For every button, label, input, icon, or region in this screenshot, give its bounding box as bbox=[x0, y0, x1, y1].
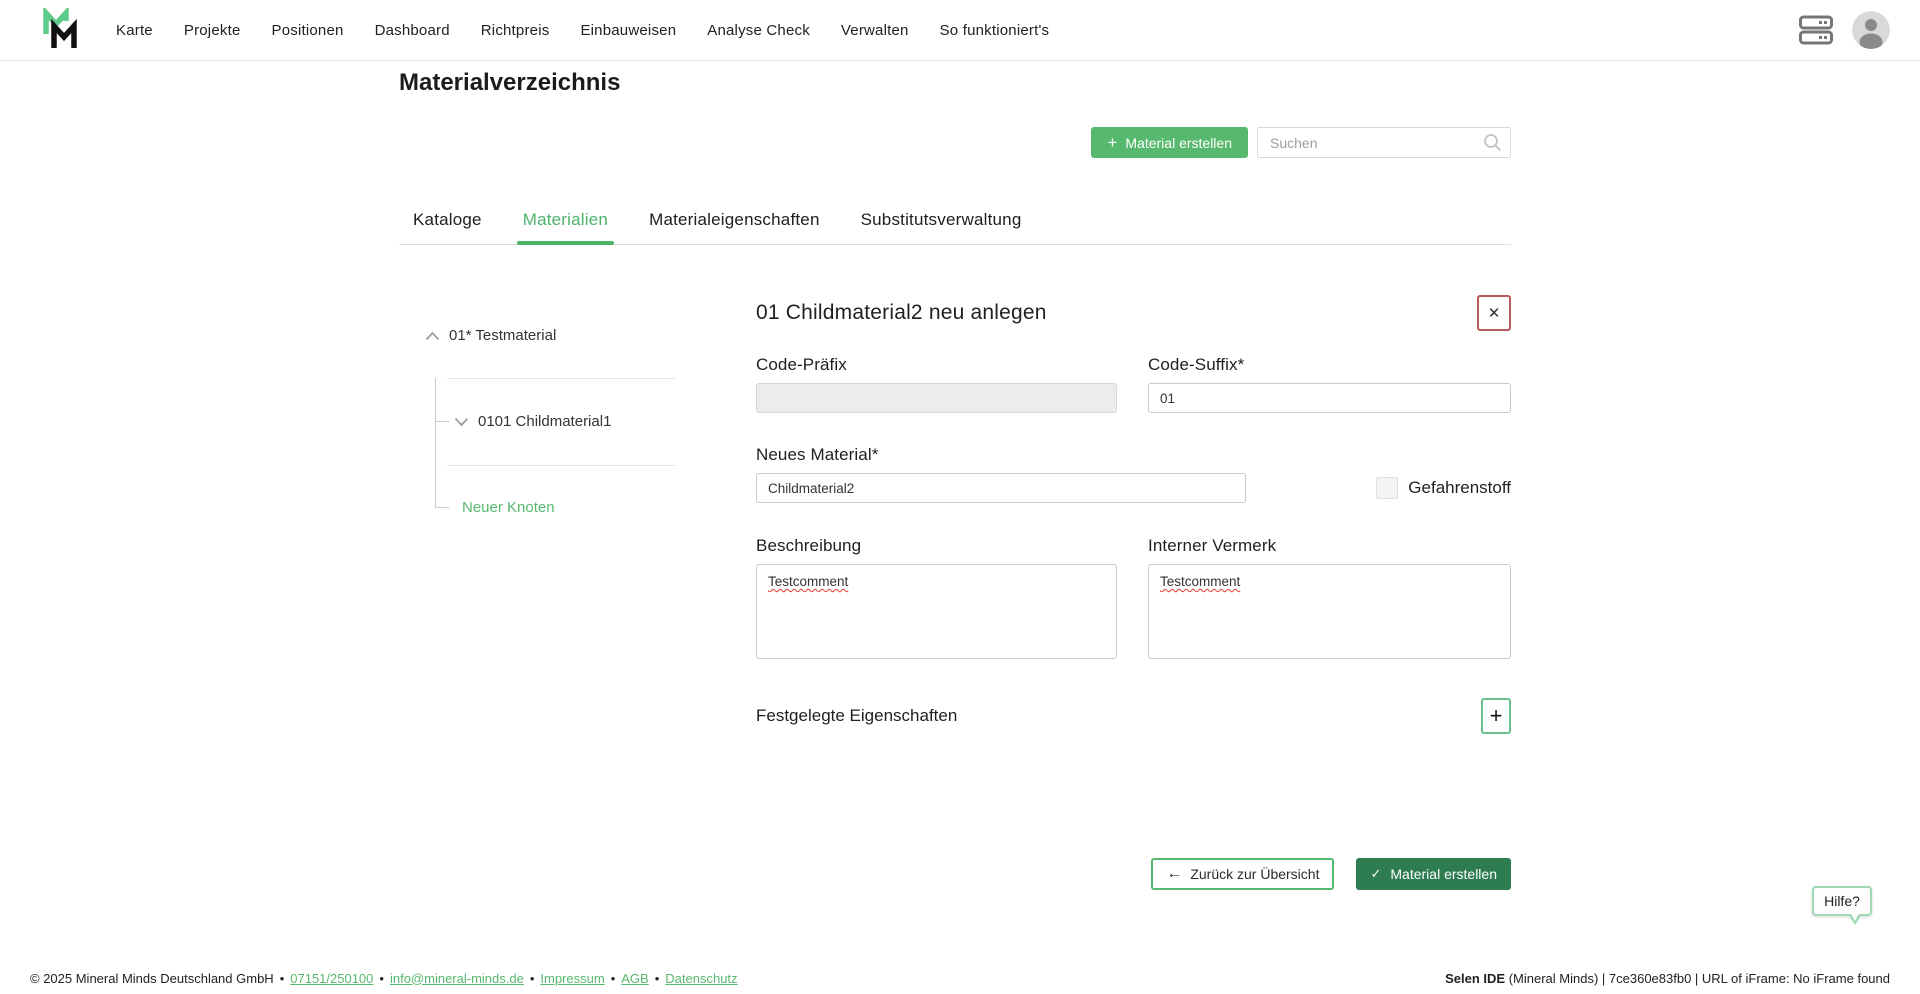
footer-selen-ide: Selen IDE bbox=[1445, 971, 1505, 986]
help-label: Hilfe? bbox=[1824, 893, 1860, 909]
properties-section: Festgelegte Eigenschaften + bbox=[756, 698, 1511, 734]
footer-left: © 2025 Mineral Minds Deutschland GmbH • … bbox=[30, 971, 738, 986]
nav-item-projekte[interactable]: Projekte bbox=[184, 22, 241, 39]
footer-link-email[interactable]: info@mineral-minds.de bbox=[390, 971, 524, 986]
search-icon bbox=[1483, 133, 1502, 157]
plus-icon: + bbox=[1107, 134, 1117, 151]
search-input[interactable] bbox=[1257, 127, 1511, 158]
material-name-row: Neues Material* Gefahrenstoff bbox=[756, 445, 1511, 503]
main-nav: Karte Projekte Positionen Dashboard Rich… bbox=[116, 22, 1049, 39]
tree-connector-elbow bbox=[435, 507, 449, 508]
nav-item-verwalten[interactable]: Verwalten bbox=[841, 22, 909, 39]
form-title: 01 Childmaterial2 neu anlegen bbox=[756, 301, 1047, 325]
main-content: Materialverzeichnis + Material erstellen… bbox=[399, 61, 1511, 890]
material-tree: 01* Testmaterial 0101 Childmaterial1 Neu… bbox=[399, 245, 675, 545]
tree-connector-elbow bbox=[435, 421, 449, 422]
close-button[interactable]: ✕ bbox=[1477, 295, 1511, 331]
server-icon[interactable] bbox=[1798, 11, 1834, 49]
content-area: 01* Testmaterial 0101 Childmaterial1 Neu… bbox=[399, 245, 1511, 890]
tree-connector-line bbox=[435, 378, 436, 507]
page: Karte Projekte Positionen Dashboard Rich… bbox=[0, 0, 1920, 994]
code-row: Code-Präfix Code-Suffix* bbox=[756, 355, 1511, 413]
search-box bbox=[1257, 127, 1511, 158]
code-suffix-input[interactable] bbox=[1148, 383, 1511, 413]
code-prefix-input bbox=[756, 383, 1117, 413]
material-erstellen-top-label: Material erstellen bbox=[1125, 135, 1232, 151]
nav-item-einbauweisen[interactable]: Einbauweisen bbox=[580, 22, 676, 39]
properties-section-label: Festgelegte Eigenschaften bbox=[756, 706, 957, 726]
code-suffix-label: Code-Suffix* bbox=[1148, 355, 1511, 375]
tab-substitutsverwaltung[interactable]: Substitutsverwaltung bbox=[855, 210, 1028, 244]
page-title: Materialverzeichnis bbox=[399, 69, 1511, 97]
tree-divider bbox=[447, 378, 675, 379]
chevron-down-icon bbox=[454, 417, 469, 427]
footer-link-phone[interactable]: 07151/250100 bbox=[290, 971, 373, 986]
user-avatar-icon[interactable] bbox=[1852, 11, 1890, 49]
tree-node-new[interactable]: Neuer Knoten bbox=[462, 499, 555, 516]
mineral-minds-logo[interactable] bbox=[38, 6, 86, 54]
check-icon: ✓ bbox=[1370, 866, 1381, 882]
nav-item-analyse-check[interactable]: Analyse Check bbox=[707, 22, 810, 39]
gefahrenstoff-field: Gefahrenstoff bbox=[1376, 477, 1511, 499]
nav-item-so-funktionierts[interactable]: So funktioniert's bbox=[940, 22, 1050, 39]
footer-debug-info: Selen IDE (Mineral Minds) | 7ce360e83fb0… bbox=[1445, 971, 1890, 986]
tree-root-label: 01* Testmaterial bbox=[449, 327, 556, 344]
nav-item-karte[interactable]: Karte bbox=[116, 22, 153, 39]
footer-debug-rest: (Mineral Minds) | 7ce360e83fb0 | URL of … bbox=[1505, 971, 1890, 986]
logo-icon bbox=[40, 8, 84, 52]
tab-materialeigenschaften[interactable]: Materialeigenschaften bbox=[643, 210, 826, 244]
tree-child-label: 0101 Childmaterial1 bbox=[478, 413, 611, 430]
material-form: 01 Childmaterial2 neu anlegen ✕ Code-Prä… bbox=[756, 245, 1511, 890]
close-icon: ✕ bbox=[1488, 304, 1501, 322]
nav-item-richtpreis[interactable]: Richtpreis bbox=[481, 22, 550, 39]
beschreibung-textarea[interactable]: Testcomment bbox=[756, 564, 1117, 659]
toolbar: + Material erstellen bbox=[399, 127, 1511, 158]
neues-material-label: Neues Material* bbox=[756, 445, 1246, 465]
zurueck-zur-uebersicht-button[interactable]: ← Zurück zur Übersicht bbox=[1151, 858, 1334, 890]
footer-link-agb[interactable]: AGB bbox=[621, 971, 648, 986]
add-property-button[interactable]: + bbox=[1481, 698, 1511, 734]
tab-kataloge[interactable]: Kataloge bbox=[407, 210, 488, 244]
interner-vermerk-text: Testcomment bbox=[1160, 574, 1240, 589]
interner-vermerk-label: Interner Vermerk bbox=[1148, 536, 1511, 556]
interner-vermerk-textarea[interactable]: Testcomment bbox=[1148, 564, 1511, 659]
footer-link-impressum[interactable]: Impressum bbox=[540, 971, 604, 986]
neues-material-input[interactable] bbox=[756, 473, 1246, 503]
tab-materialien[interactable]: Materialien bbox=[517, 210, 614, 244]
footer-link-datenschutz[interactable]: Datenschutz bbox=[665, 971, 737, 986]
tree-node-child[interactable]: 0101 Childmaterial1 bbox=[454, 413, 611, 430]
arrow-left-icon: ← bbox=[1166, 865, 1182, 883]
form-actions: ← Zurück zur Übersicht ✓ Material erstel… bbox=[756, 858, 1511, 890]
nav-item-dashboard[interactable]: Dashboard bbox=[375, 22, 450, 39]
beschreibung-label: Beschreibung bbox=[756, 536, 1117, 556]
material-erstellen-button-top[interactable]: + Material erstellen bbox=[1091, 127, 1248, 158]
material-erstellen-button-submit[interactable]: ✓ Material erstellen bbox=[1356, 858, 1511, 890]
help-bubble[interactable]: Hilfe? bbox=[1812, 886, 1872, 916]
tab-bar: Kataloge Materialien Materialeigenschaft… bbox=[399, 210, 1511, 245]
plus-icon: + bbox=[1490, 703, 1503, 729]
code-prefix-label: Code-Präfix bbox=[756, 355, 1117, 375]
beschreibung-text: Testcomment bbox=[768, 574, 848, 589]
submit-button-label: Material erstellen bbox=[1390, 866, 1497, 882]
tree-node-root[interactable]: 01* Testmaterial bbox=[425, 327, 556, 344]
header-right-icons bbox=[1798, 11, 1890, 49]
tree-divider bbox=[447, 465, 675, 466]
copyright-text: © 2025 Mineral Minds Deutschland GmbH bbox=[30, 971, 274, 986]
back-button-label: Zurück zur Übersicht bbox=[1190, 866, 1319, 882]
nav-item-positionen[interactable]: Positionen bbox=[272, 22, 344, 39]
comment-row: Beschreibung Testcomment Interner Vermer… bbox=[756, 536, 1511, 659]
footer: © 2025 Mineral Minds Deutschland GmbH • … bbox=[0, 962, 1920, 994]
top-navigation-bar: Karte Projekte Positionen Dashboard Rich… bbox=[0, 0, 1920, 61]
gefahrenstoff-label: Gefahrenstoff bbox=[1408, 478, 1511, 498]
form-header: 01 Childmaterial2 neu anlegen ✕ bbox=[756, 295, 1511, 331]
gefahrenstoff-checkbox[interactable] bbox=[1376, 477, 1398, 499]
chevron-up-icon bbox=[425, 331, 440, 341]
